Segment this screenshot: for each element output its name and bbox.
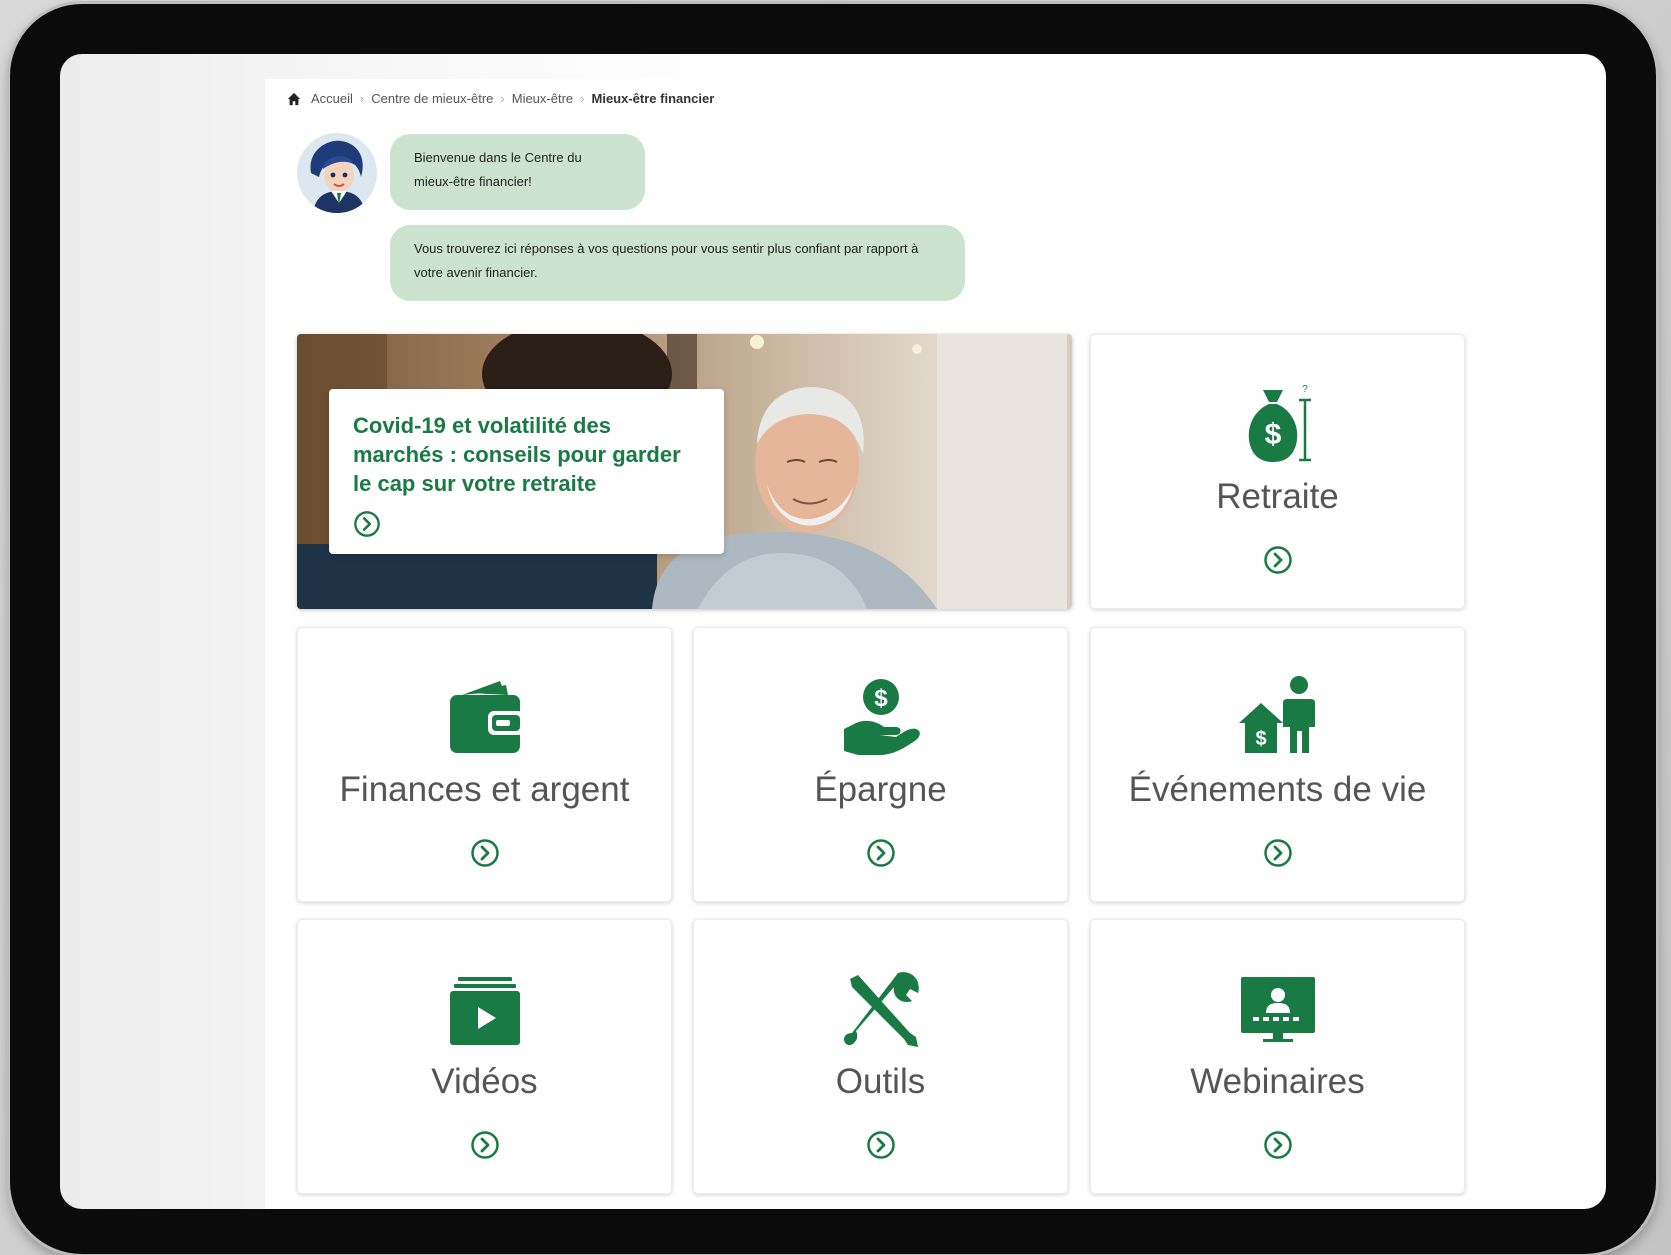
tile-label: Webinaires: [1190, 1062, 1365, 1101]
chat-bubble-welcome: Bienvenue dans le Centre du mieux-être f…: [390, 134, 645, 210]
chat-bubble-info: Vous trouverez ici réponses à vos questi…: [390, 225, 965, 301]
arrow-circle-right-icon[interactable]: [1263, 545, 1293, 575]
money-bag-icon: $ ?: [1248, 384, 1311, 462]
tile-evenements-de-vie[interactable]: $ Événements de vie: [1090, 627, 1465, 902]
wallet-icon: [449, 681, 524, 753]
hero-feature-card[interactable]: Covid-19 et volatilité des marchés : con…: [297, 334, 1072, 609]
arrow-circle-right-icon[interactable]: [1263, 1130, 1293, 1160]
tile-epargne[interactable]: $ Épargne: [693, 627, 1068, 902]
arrow-circle-right-icon[interactable]: [353, 510, 381, 538]
breadcrumb: Accueil › Centre de mieux-être › Mieux-ê…: [287, 91, 714, 106]
breadcrumb-level3[interactable]: Mieux-être: [512, 91, 573, 106]
arrow-circle-right-icon[interactable]: [866, 838, 896, 868]
hero-text-card: Covid-19 et volatilité des marchés : con…: [329, 389, 724, 554]
svg-text:$: $: [1264, 418, 1281, 451]
tile-retraite[interactable]: $ ? Retraite: [1090, 334, 1465, 609]
tile-videos[interactable]: Vidéos: [297, 919, 672, 1194]
tools-icon: [843, 972, 919, 1047]
page: Accueil › Centre de mieux-être › Mieux-ê…: [265, 79, 1515, 1209]
house-person-icon: $: [1238, 676, 1315, 753]
breadcrumb-home[interactable]: Accueil: [311, 91, 353, 106]
tile-label: Épargne: [814, 770, 947, 809]
hand-coin-icon: $: [843, 679, 920, 755]
hero-title[interactable]: Covid-19 et volatilité des marchés : con…: [353, 411, 700, 498]
video-play-icon: [449, 977, 520, 1045]
tile-label: Retraite: [1216, 477, 1339, 516]
svg-text:$: $: [874, 685, 888, 712]
webinar-icon: [1240, 977, 1315, 1042]
svg-text:?: ?: [1302, 384, 1308, 395]
arrow-circle-right-icon[interactable]: [470, 838, 500, 868]
breadcrumb-separator: ›: [580, 91, 585, 106]
breadcrumb-separator: ›: [500, 91, 505, 106]
screen: Accueil › Centre de mieux-être › Mieux-ê…: [60, 54, 1606, 1209]
tile-outils[interactable]: Outils: [693, 919, 1068, 1194]
tablet-frame: Accueil › Centre de mieux-être › Mieux-ê…: [10, 4, 1656, 1254]
breadcrumb-current: Mieux-être financier: [591, 91, 715, 106]
breadcrumb-separator: ›: [359, 91, 365, 106]
tile-label: Vidéos: [431, 1062, 538, 1101]
assistant-avatar: [297, 133, 377, 213]
home-icon[interactable]: [287, 92, 301, 106]
tile-webinaires[interactable]: Webinaires: [1090, 919, 1465, 1194]
arrow-circle-right-icon[interactable]: [866, 1130, 896, 1160]
tile-label: Outils: [835, 1062, 926, 1101]
tile-finances-et-argent[interactable]: Finances et argent: [297, 627, 672, 902]
tile-label: Événements de vie: [1128, 770, 1427, 809]
arrow-circle-right-icon[interactable]: [1263, 838, 1293, 868]
svg-text:$: $: [1255, 728, 1266, 750]
tile-label: Finances et argent: [339, 770, 630, 809]
arrow-circle-right-icon[interactable]: [470, 1130, 500, 1160]
breadcrumb-level2[interactable]: Centre de mieux-être: [371, 91, 493, 106]
